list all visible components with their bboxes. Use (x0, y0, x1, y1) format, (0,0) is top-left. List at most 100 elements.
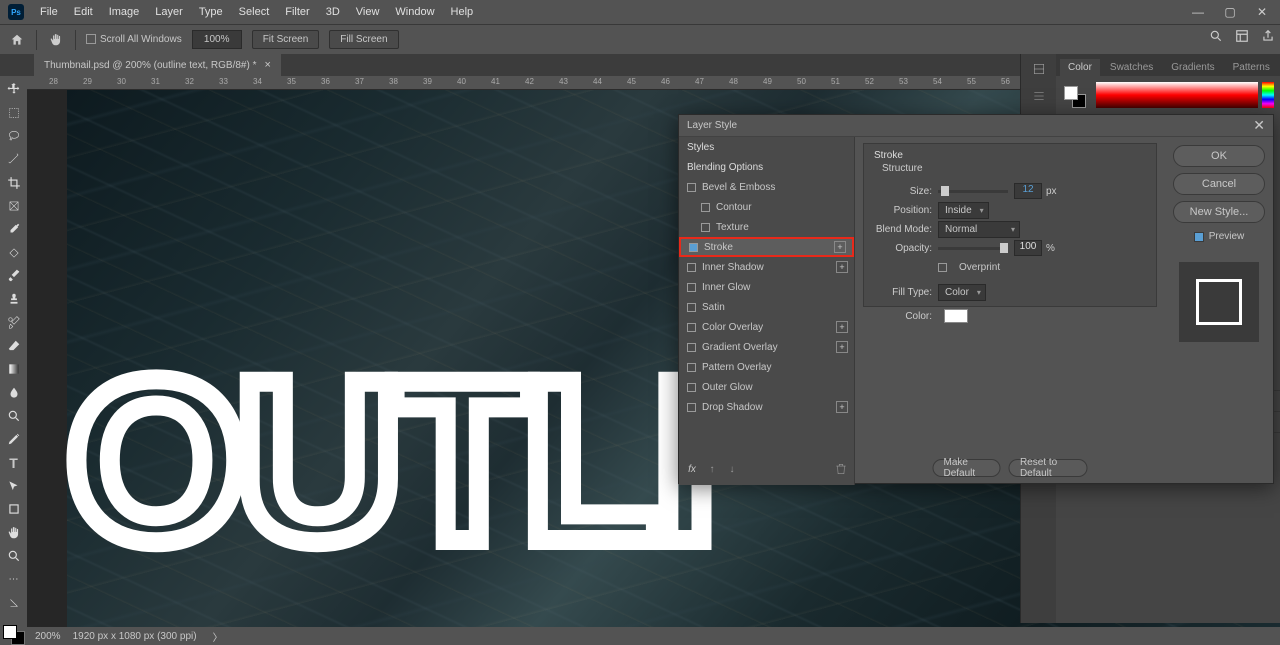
opacity-slider[interactable] (938, 247, 1008, 250)
hand-tool[interactable] (4, 524, 24, 542)
scroll-all-checkbox[interactable]: Scroll All Windows (86, 34, 182, 45)
menu-help[interactable]: Help (443, 3, 482, 21)
edit-toolbar[interactable] (4, 594, 24, 612)
eyedropper-tool[interactable] (4, 220, 24, 238)
brush-tool[interactable] (4, 267, 24, 285)
position-dropdown[interactable]: Inside (938, 202, 989, 219)
dodge-tool[interactable] (4, 407, 24, 425)
lasso-tool[interactable] (4, 127, 24, 145)
search-icon[interactable] (1208, 28, 1224, 44)
path-tool[interactable] (4, 477, 24, 495)
style-outer-glow[interactable]: Outer Glow (679, 377, 854, 397)
maximize-button[interactable]: ▢ (1216, 3, 1244, 21)
menu-file[interactable]: File (32, 3, 66, 21)
style-color-overlay[interactable]: Color Overlay+ (679, 317, 854, 337)
fx-icon[interactable]: fx (685, 462, 699, 476)
style-texture[interactable]: Texture (679, 217, 854, 237)
document-tab[interactable]: Thumbnail.psd @ 200% (outline text, RGB/… (34, 54, 281, 76)
history-brush-tool[interactable] (4, 313, 24, 331)
style-gradient-overlay[interactable]: Gradient Overlay+ (679, 337, 854, 357)
crop-tool[interactable] (4, 173, 24, 191)
add-gradient-overlay-icon[interactable]: + (836, 341, 848, 353)
menu-filter[interactable]: Filter (277, 3, 317, 21)
style-contour[interactable]: Contour (679, 197, 854, 217)
wand-tool[interactable] (4, 150, 24, 168)
menu-edit[interactable]: Edit (66, 3, 101, 21)
home-icon[interactable] (8, 31, 26, 49)
menu-layer[interactable]: Layer (147, 3, 191, 21)
move-tool[interactable] (4, 80, 24, 98)
new-style-button[interactable]: New Style... (1173, 201, 1265, 223)
blur-tool[interactable] (4, 383, 24, 401)
styles-heading[interactable]: Styles (679, 137, 854, 157)
dialog-close-button[interactable]: ✕ (1253, 117, 1265, 134)
workspace-icon[interactable] (1234, 28, 1250, 44)
marquee-tool[interactable] (4, 103, 24, 121)
style-pattern-overlay[interactable]: Pattern Overlay (679, 357, 854, 377)
style-bevel[interactable]: Bevel & Emboss (679, 177, 854, 197)
tab-color[interactable]: Color (1060, 59, 1100, 76)
style-satin[interactable]: Satin (679, 297, 854, 317)
stamp-tool[interactable] (4, 290, 24, 308)
tab-swatches[interactable]: Swatches (1102, 59, 1161, 76)
color-picker-swatches[interactable] (3, 625, 25, 645)
make-default-button[interactable]: Make Default (933, 459, 1001, 477)
more-tools[interactable]: ⋯ (4, 570, 24, 588)
add-color-overlay-icon[interactable]: + (836, 321, 848, 333)
tab-patterns[interactable]: Patterns (1225, 59, 1278, 76)
menu-view[interactable]: View (348, 3, 388, 21)
fit-screen-button[interactable]: Fit Screen (252, 30, 320, 49)
color-panel[interactable] (1056, 76, 1280, 116)
opacity-input[interactable]: 100 (1014, 240, 1042, 256)
move-up-icon[interactable]: ↑ (705, 462, 719, 476)
cancel-button[interactable]: Cancel (1173, 173, 1265, 195)
menu-image[interactable]: Image (101, 3, 148, 21)
panel-icon-2[interactable] (1032, 89, 1046, 106)
menu-type[interactable]: Type (191, 3, 231, 21)
fill-type-dropdown[interactable]: Color (938, 284, 986, 301)
style-list: Styles Blending Options Bevel & Emboss C… (679, 137, 855, 485)
gradient-tool[interactable] (4, 360, 24, 378)
zoom-level[interactable]: 100% (192, 30, 242, 49)
minimize-button[interactable]: — (1184, 3, 1212, 21)
add-inner-shadow-icon[interactable]: + (836, 261, 848, 273)
style-stroke[interactable]: Stroke+ (679, 237, 854, 257)
style-inner-shadow[interactable]: Inner Shadow+ (679, 257, 854, 277)
menu-3d[interactable]: 3D (318, 3, 348, 21)
hand-tool-icon[interactable] (47, 31, 65, 49)
stroke-color-swatch[interactable] (944, 309, 968, 323)
share-icon[interactable] (1260, 28, 1276, 44)
reset-default-button[interactable]: Reset to Default (1009, 459, 1088, 477)
eraser-tool[interactable] (4, 337, 24, 355)
panel-title: Stroke (874, 150, 1146, 161)
type-tool[interactable]: T (4, 454, 24, 472)
status-zoom[interactable]: 200% (35, 631, 61, 642)
close-button[interactable]: ✕ (1248, 3, 1276, 21)
size-input[interactable]: 12 (1014, 183, 1042, 199)
menu-select[interactable]: Select (231, 3, 278, 21)
heal-tool[interactable] (4, 243, 24, 261)
panel-icon-1[interactable] (1032, 62, 1046, 79)
blending-options[interactable]: Blending Options (679, 157, 854, 177)
pen-tool[interactable] (4, 430, 24, 448)
size-slider[interactable] (938, 190, 1008, 193)
add-stroke-icon[interactable]: + (834, 241, 846, 253)
overprint-checkbox[interactable] (938, 263, 947, 272)
trash-icon[interactable] (834, 462, 848, 476)
menu-window[interactable]: Window (387, 3, 442, 21)
fill-screen-button[interactable]: Fill Screen (329, 30, 398, 49)
ok-button[interactable]: OK (1173, 145, 1265, 167)
blend-mode-dropdown[interactable]: Normal (938, 221, 1020, 238)
frame-tool[interactable] (4, 197, 24, 215)
shape-tool[interactable] (4, 500, 24, 518)
tab-gradients[interactable]: Gradients (1163, 59, 1222, 76)
size-label: Size: (874, 186, 938, 197)
zoom-tool[interactable] (4, 547, 24, 565)
outline-text-layer: OUTLI (67, 346, 707, 576)
move-down-icon[interactable]: ↓ (725, 462, 739, 476)
style-drop-shadow[interactable]: Drop Shadow+ (679, 397, 854, 417)
preview-checkbox[interactable]: Preview (1173, 231, 1265, 242)
add-drop-shadow-icon[interactable]: + (836, 401, 848, 413)
tab-close-icon[interactable]: × (264, 59, 270, 71)
style-inner-glow[interactable]: Inner Glow (679, 277, 854, 297)
